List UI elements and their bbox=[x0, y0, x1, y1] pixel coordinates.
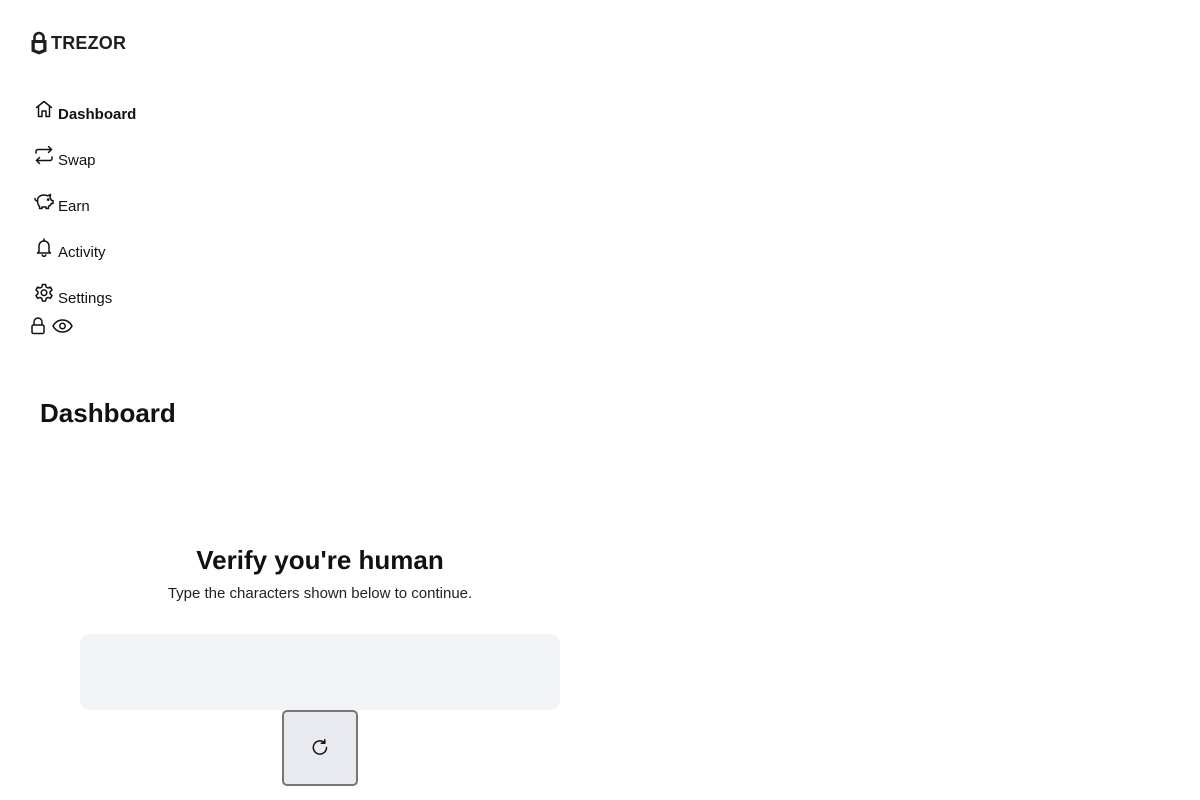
sidebar-item-label: Dashboard bbox=[58, 106, 137, 123]
refresh-icon bbox=[312, 739, 328, 755]
captcha-instructions: Type the characters shown below to conti… bbox=[167, 585, 473, 602]
human-verification-panel: Verify you're human Type the characters … bbox=[80, 540, 560, 786]
sidebar-item-label: Activity bbox=[58, 244, 106, 261]
captcha-heading: Verify you're human bbox=[196, 545, 444, 575]
sidebar-item-dashboard[interactable]: Dashboard bbox=[33, 96, 137, 123]
sidebar-item-settings[interactable]: Settings bbox=[33, 280, 113, 307]
sidebar-item-label: Swap bbox=[58, 152, 96, 169]
piggy-bank-icon bbox=[33, 190, 55, 212]
captcha-image-area bbox=[80, 634, 560, 710]
sidebar-item-label: Earn bbox=[58, 198, 90, 215]
trezor-logo[interactable]: TREZOR bbox=[30, 31, 126, 55]
gear-icon bbox=[33, 282, 55, 304]
eye-icon bbox=[52, 319, 73, 333]
sidebar-item-label: Settings bbox=[58, 290, 113, 307]
bell-icon bbox=[33, 236, 55, 258]
swap-arrows-icon bbox=[33, 144, 55, 166]
sidebar-item-earn[interactable]: Earn bbox=[33, 188, 90, 215]
sidebar-item-swap[interactable]: Swap bbox=[33, 142, 96, 169]
hide-balances-button[interactable] bbox=[52, 316, 73, 341]
sidebar-item-activity[interactable]: Activity bbox=[33, 234, 106, 261]
quick-actions bbox=[30, 316, 73, 341]
refresh-captcha-button[interactable] bbox=[282, 710, 358, 786]
lock-button[interactable] bbox=[30, 316, 46, 341]
page-title: Dashboard bbox=[40, 398, 176, 428]
brand-name: TREZOR bbox=[51, 32, 127, 53]
trezor-lock-logo-icon bbox=[31, 31, 47, 55]
lock-icon bbox=[31, 317, 45, 335]
home-icon bbox=[33, 98, 55, 120]
